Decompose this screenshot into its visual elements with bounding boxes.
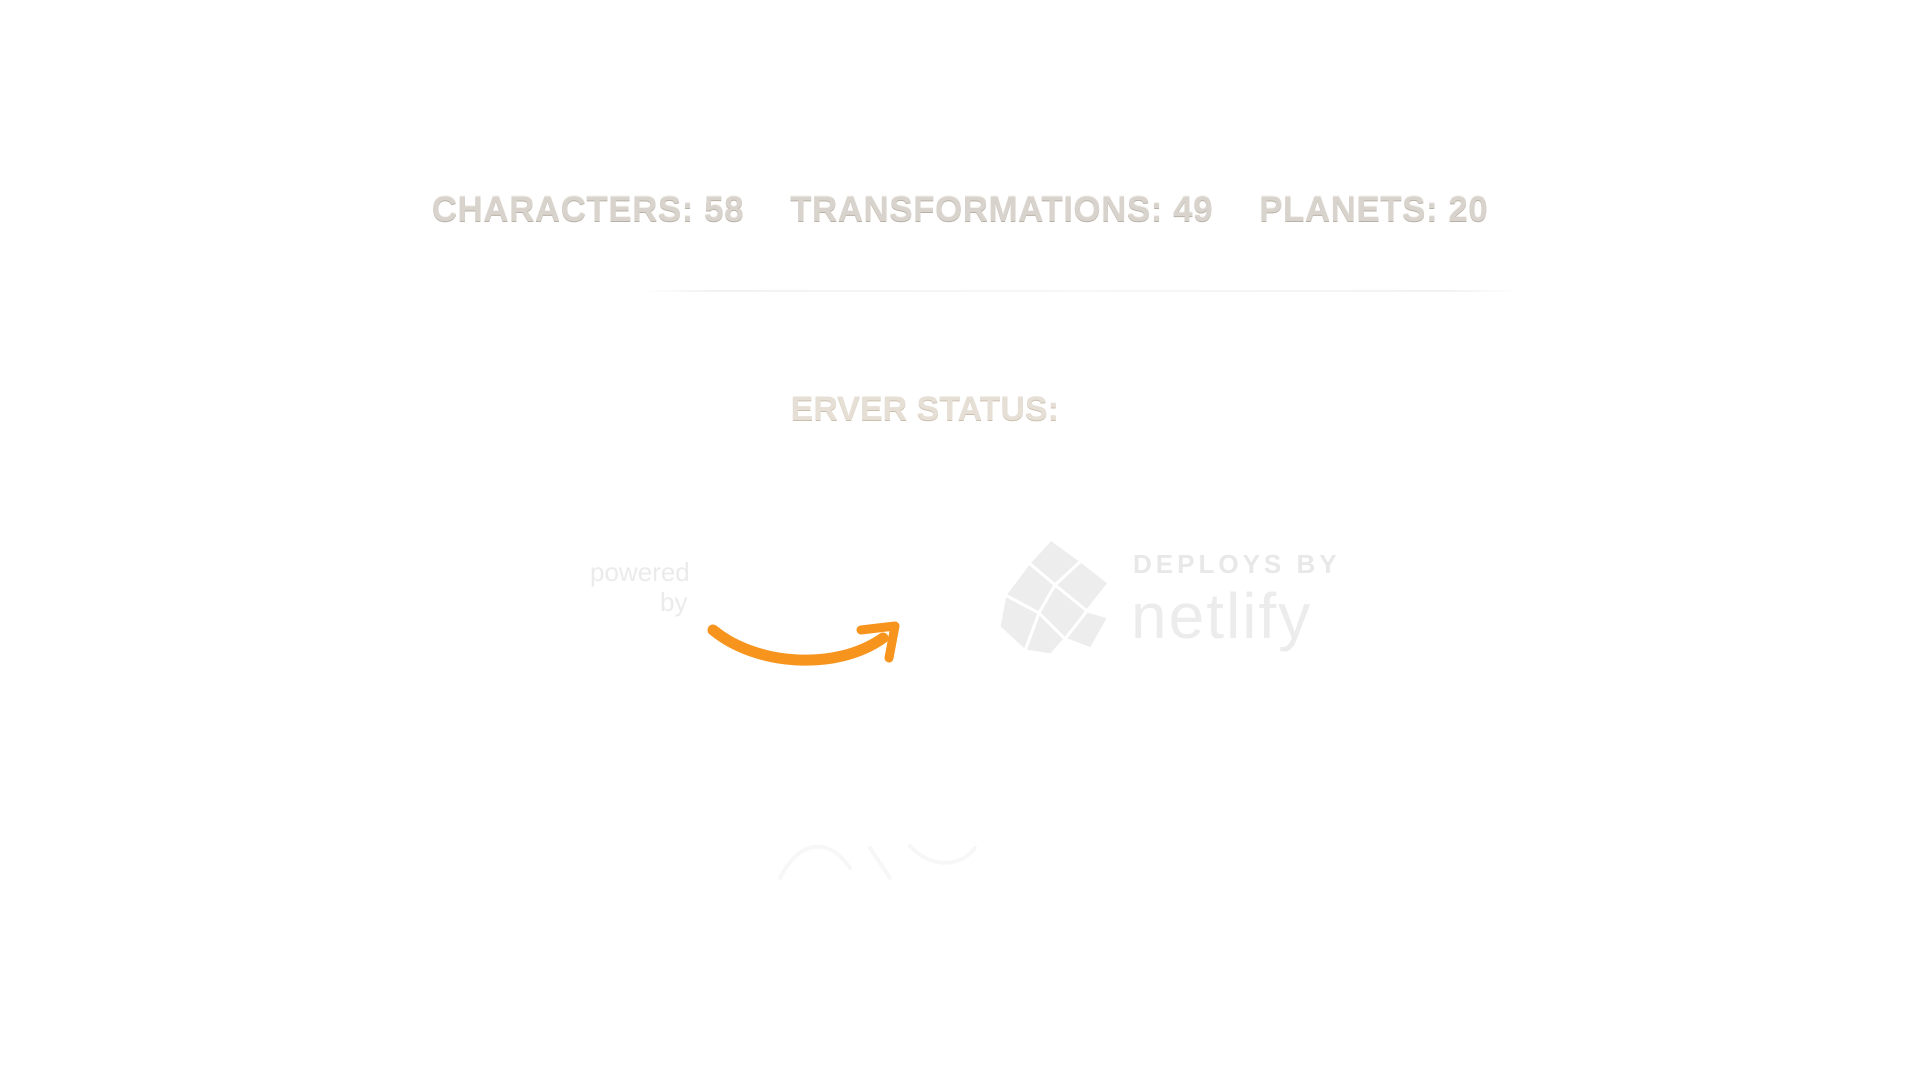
netlify-icon [997,536,1112,657]
page: CHARACTERS: 58 TRANSFORMATIONS: 49 PLANE… [0,0,1920,1080]
server-status-label: SERVER STATUS: [790,390,1110,429]
aws-caption: powered by [590,557,690,617]
planets-count: PLANETS: 20 [1259,190,1489,229]
characters-count: CHARACTERS: 58 [431,190,745,229]
deploys-by-netlify-link[interactable]: DEPLOYS BY netlify [995,535,1345,665]
stats-bar: CHARACTERS: 58 TRANSFORMATIONS: 49 PLANE… [0,190,1920,230]
sponsor-logos: powered by DEPLOYS BY netlify [0,535,1920,675]
aws-caption-line2: by [660,587,688,617]
aws-smile-icon [707,621,900,666]
faint-footer-mark [778,844,977,880]
aws-caption-line1: powered [590,557,690,587]
server-status-text: SERVER STATUS: [790,390,1059,428]
netlify-deploys-label: DEPLOYS BY [1133,549,1341,579]
netlify-wordmark: netlify [1131,580,1313,652]
transformations-count: TRANSFORMATIONS: 49 [790,190,1214,229]
section-divider [640,290,1520,292]
powered-by-aws-link[interactable]: powered by [590,535,910,675]
